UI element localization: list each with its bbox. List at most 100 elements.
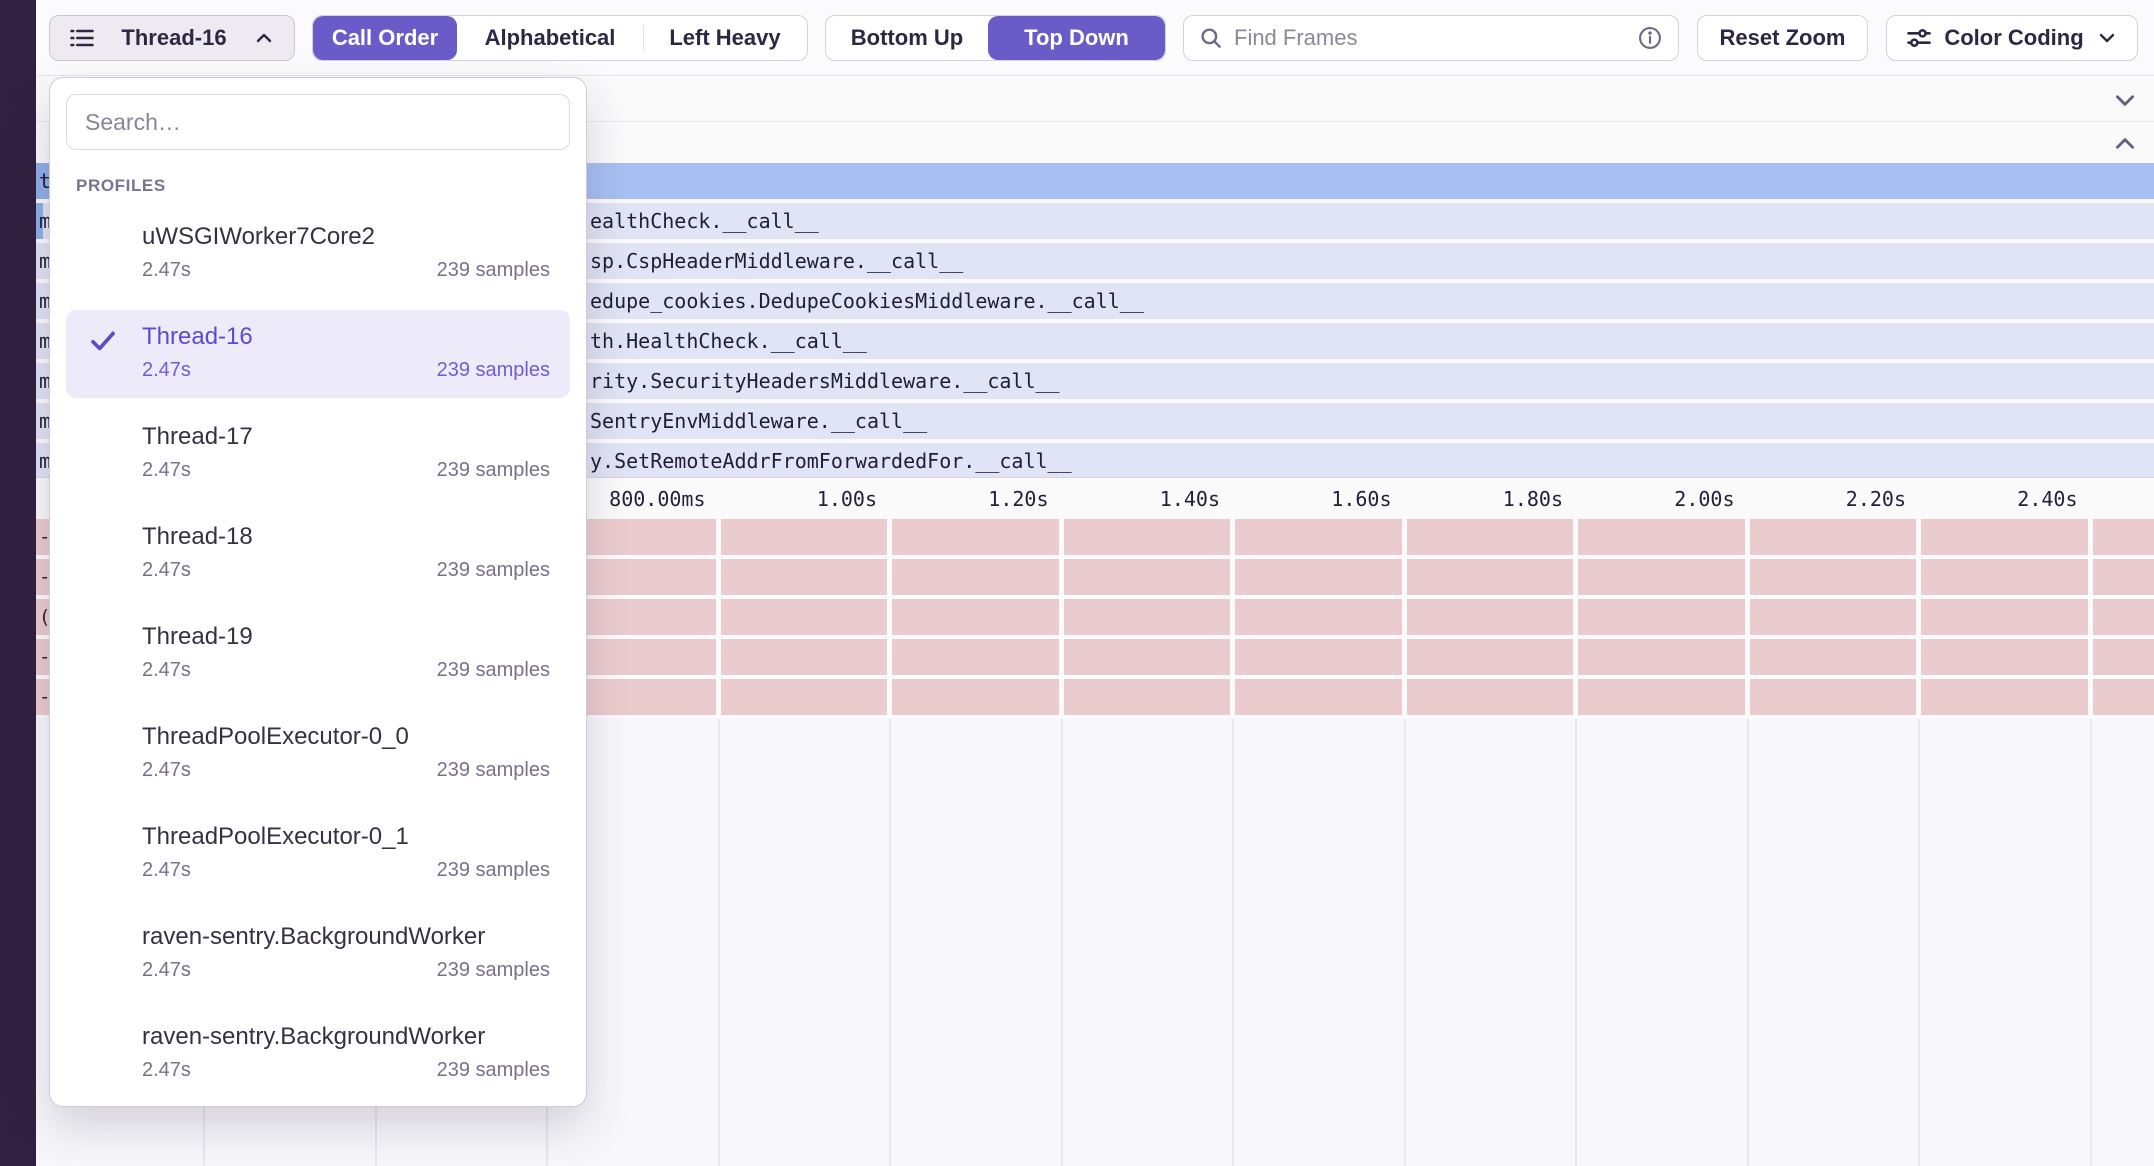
profile-name: raven-sentry.BackgroundWorker xyxy=(142,1020,550,1054)
profile-item[interactable]: ThreadPoolExecutor-0_02.47s239 samples xyxy=(66,710,570,798)
profile-item[interactable]: ThreadPoolExecutor-0_12.47s 239 samples xyxy=(66,810,570,898)
profile-meta: 2.47s 239 samples xyxy=(142,356,550,384)
chevron-down-icon xyxy=(2095,26,2119,50)
profile-item[interactable]: Thread-182.47s 239 samples xyxy=(66,510,570,598)
gridline xyxy=(1061,719,1063,1166)
profile-samples: 239 samples xyxy=(437,756,550,784)
chevron-down-icon[interactable] xyxy=(2112,87,2138,113)
profile-samples: 239 samples xyxy=(437,356,550,384)
tab-bottom-up[interactable]: Bottom Up xyxy=(826,16,988,60)
gridline xyxy=(1402,519,1407,715)
tab-top-down[interactable]: Top Down xyxy=(988,16,1165,60)
time-axis-label: 2.00s xyxy=(1674,487,1746,511)
profile-samples: 239 samples xyxy=(437,656,550,684)
time-axis-label: 1.40s xyxy=(1160,487,1232,511)
reset-zoom-label: Reset Zoom xyxy=(1720,25,1846,51)
profile-item[interactable]: uWSGIWorker7Core22.47s 239 samples xyxy=(66,210,570,298)
gridline xyxy=(889,719,891,1166)
profile-duration: 2.47s xyxy=(142,856,191,884)
frame-label: rity.SecurityHeadersMiddleware.__call__ xyxy=(590,369,1060,393)
profiler-page: tmealthCheck.__call__msp.CspHeaderMiddle… xyxy=(0,0,2154,1166)
profile-meta: 2.47s 239 samples xyxy=(142,1056,550,1084)
profile-name: raven-sentry.BackgroundWorker xyxy=(142,920,550,954)
list-icon xyxy=(68,24,96,52)
frame-label: th.HealthCheck.__call__ xyxy=(590,329,867,353)
profile-name: Thread-17 xyxy=(142,420,550,454)
time-axis-label: 1.20s xyxy=(988,487,1060,511)
gridline xyxy=(716,519,721,715)
gridline xyxy=(1232,719,1234,1166)
time-axis-label: 1.80s xyxy=(1503,487,1575,511)
profile-item[interactable]: Thread-172.47s 239 samples xyxy=(66,410,570,498)
sliders-icon xyxy=(1905,24,1933,52)
profile-samples: 239 samples xyxy=(437,856,550,884)
tab-alphabetical[interactable]: Alphabetical xyxy=(457,16,643,60)
profile-item[interactable]: raven-sentry.BackgroundWorker2.47s 239 sa… xyxy=(66,1010,570,1098)
profile-item[interactable]: Thread-162.47s 239 samples xyxy=(66,310,570,398)
profile-name: ThreadPoolExecutor-0_1 xyxy=(142,820,550,854)
checkmark-icon xyxy=(88,326,118,356)
find-frames-input[interactable] xyxy=(1234,25,1636,51)
app-sidebar-strip xyxy=(0,0,36,1166)
thread-selector-button[interactable]: Thread-16 xyxy=(49,15,295,61)
profile-meta: 2.47s 239 samples xyxy=(142,856,550,884)
thread-selector-label: Thread-16 xyxy=(121,25,226,51)
profile-samples: 239 samples xyxy=(437,456,550,484)
profile-duration: 2.47s xyxy=(142,556,191,584)
chevron-up-icon[interactable] xyxy=(2112,131,2138,157)
profile-name: ThreadPoolExecutor-0_0 xyxy=(142,720,550,754)
time-axis-label: 1.60s xyxy=(1331,487,1403,511)
gridline xyxy=(1575,719,1577,1166)
thread-search-input[interactable] xyxy=(66,94,570,150)
profile-name: uWSGIWorker7Core2 xyxy=(142,220,550,254)
frame-label: SentryEnvMiddleware.__call__ xyxy=(590,409,927,433)
profile-name: Thread-16 xyxy=(142,320,550,354)
profile-meta: 2.47s 239 samples xyxy=(142,456,550,484)
frame-label: ealthCheck.__call__ xyxy=(590,209,819,233)
gridline xyxy=(2088,519,2093,715)
time-axis-label: 2.20s xyxy=(1846,487,1918,511)
info-icon[interactable] xyxy=(1636,24,1664,52)
profile-duration: 2.47s xyxy=(142,1056,191,1084)
profile-item[interactable]: Thread-192.47s 239 samples xyxy=(66,610,570,698)
profile-meta: 2.47s239 samples xyxy=(142,756,550,784)
gridline xyxy=(1404,719,1406,1166)
find-frames-input-wrap xyxy=(1183,15,1679,61)
frame-label: edupe_cookies.DedupeCookiesMiddleware.__… xyxy=(590,289,1144,313)
profile-samples: 239 samples xyxy=(437,1056,550,1084)
gridline xyxy=(1745,519,1750,715)
profile-meta: 2.47s 239 samples xyxy=(142,956,550,984)
gridline xyxy=(1918,719,1920,1166)
profiles-list: uWSGIWorker7Core22.47s239 samplesThread-… xyxy=(66,210,570,1098)
gridline xyxy=(887,519,892,715)
color-coding-button[interactable]: Color Coding xyxy=(1886,15,2138,61)
frame-label: y.SetRemoteAddrFromForwardedFor.__call__ xyxy=(590,449,1072,473)
gridline xyxy=(1747,719,1749,1166)
profile-samples: 239 samples xyxy=(437,956,550,984)
profile-meta: 2.47s 239 samples xyxy=(142,656,550,684)
profile-duration: 2.47s xyxy=(142,256,191,284)
profile-duration: 2.47s xyxy=(142,656,191,684)
gridline xyxy=(1059,519,1064,715)
profile-duration: 2.47s xyxy=(142,456,191,484)
direction-tabs: Bottom UpTop Down xyxy=(825,15,1166,61)
profile-meta: 2.47s 239 samples xyxy=(142,556,550,584)
profile-duration: 2.47s xyxy=(142,356,191,384)
gridline xyxy=(718,719,720,1166)
profiles-section-label: PROFILES xyxy=(76,176,570,196)
tab-call-order[interactable]: Call Order xyxy=(313,16,457,60)
time-axis-label: 2.40s xyxy=(2017,487,2089,511)
profile-item[interactable]: raven-sentry.BackgroundWorker2.47s 239 sa… xyxy=(66,910,570,998)
reset-zoom-button[interactable]: Reset Zoom xyxy=(1697,15,1868,61)
gridline xyxy=(2090,719,2092,1166)
profile-samples: 239 samples xyxy=(437,256,550,284)
profile-name: Thread-19 xyxy=(142,620,550,654)
color-coding-label: Color Coding xyxy=(1944,25,2083,51)
profile-duration: 2.47s xyxy=(142,956,191,984)
profile-name: Thread-18 xyxy=(142,520,550,554)
tab-left-heavy[interactable]: Left Heavy xyxy=(643,16,807,60)
gridline xyxy=(1916,519,1921,715)
profile-samples: 239 samples xyxy=(437,556,550,584)
gridline xyxy=(1573,519,1578,715)
time-axis-label: 1.00s xyxy=(817,487,889,511)
